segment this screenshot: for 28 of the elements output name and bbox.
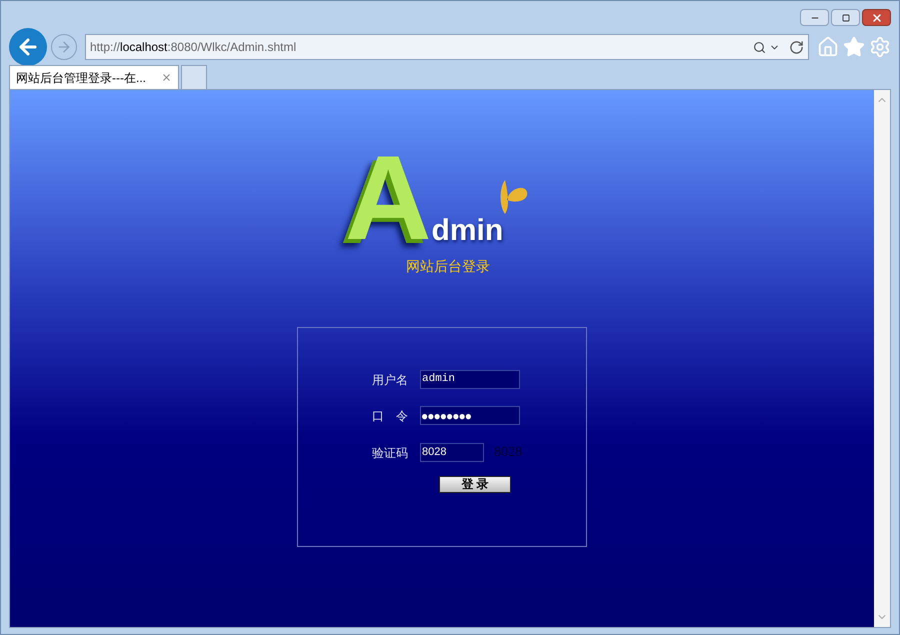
password-input[interactable]: ●●●●●●●●	[420, 406, 520, 425]
maximize-icon	[842, 14, 850, 22]
home-icon[interactable]	[817, 36, 839, 58]
captcha-input[interactable]: 8028	[420, 443, 484, 462]
new-tab-button[interactable]	[181, 65, 207, 89]
admin-logo: Admin	[344, 148, 530, 248]
close-button[interactable]	[862, 9, 891, 26]
refresh-icon[interactable]	[789, 40, 804, 54]
field-label: 验证码	[372, 444, 409, 462]
forward-arrow-icon	[56, 39, 72, 55]
browser-tab[interactable]: 网站后台管理登录---在...	[9, 65, 179, 89]
maximize-button[interactable]	[831, 9, 860, 26]
url-text: http://localhost:8080/Wlkc/Admin.shtml	[90, 39, 298, 56]
field-label: 口 令	[372, 408, 409, 424]
login-button[interactable]: 登 录	[439, 476, 511, 493]
address-bar[interactable]: http://localhost:8080/Wlkc/Admin.shtml	[85, 34, 809, 60]
scrollbar[interactable]	[874, 90, 890, 627]
search-icon	[753, 40, 766, 54]
close-icon	[870, 12, 882, 24]
captcha-code: 8028	[494, 444, 522, 462]
forward-button[interactable]	[51, 34, 77, 60]
username-input[interactable]: admin	[420, 370, 520, 389]
tab-close-icon[interactable]	[161, 72, 172, 83]
back-button[interactable]	[9, 28, 47, 66]
favorites-star-icon[interactable]	[843, 36, 865, 58]
field-label: 用户名	[372, 372, 409, 388]
login-subtitle: 网站后台登录	[406, 257, 490, 276]
settings-icon[interactable]	[869, 36, 891, 58]
